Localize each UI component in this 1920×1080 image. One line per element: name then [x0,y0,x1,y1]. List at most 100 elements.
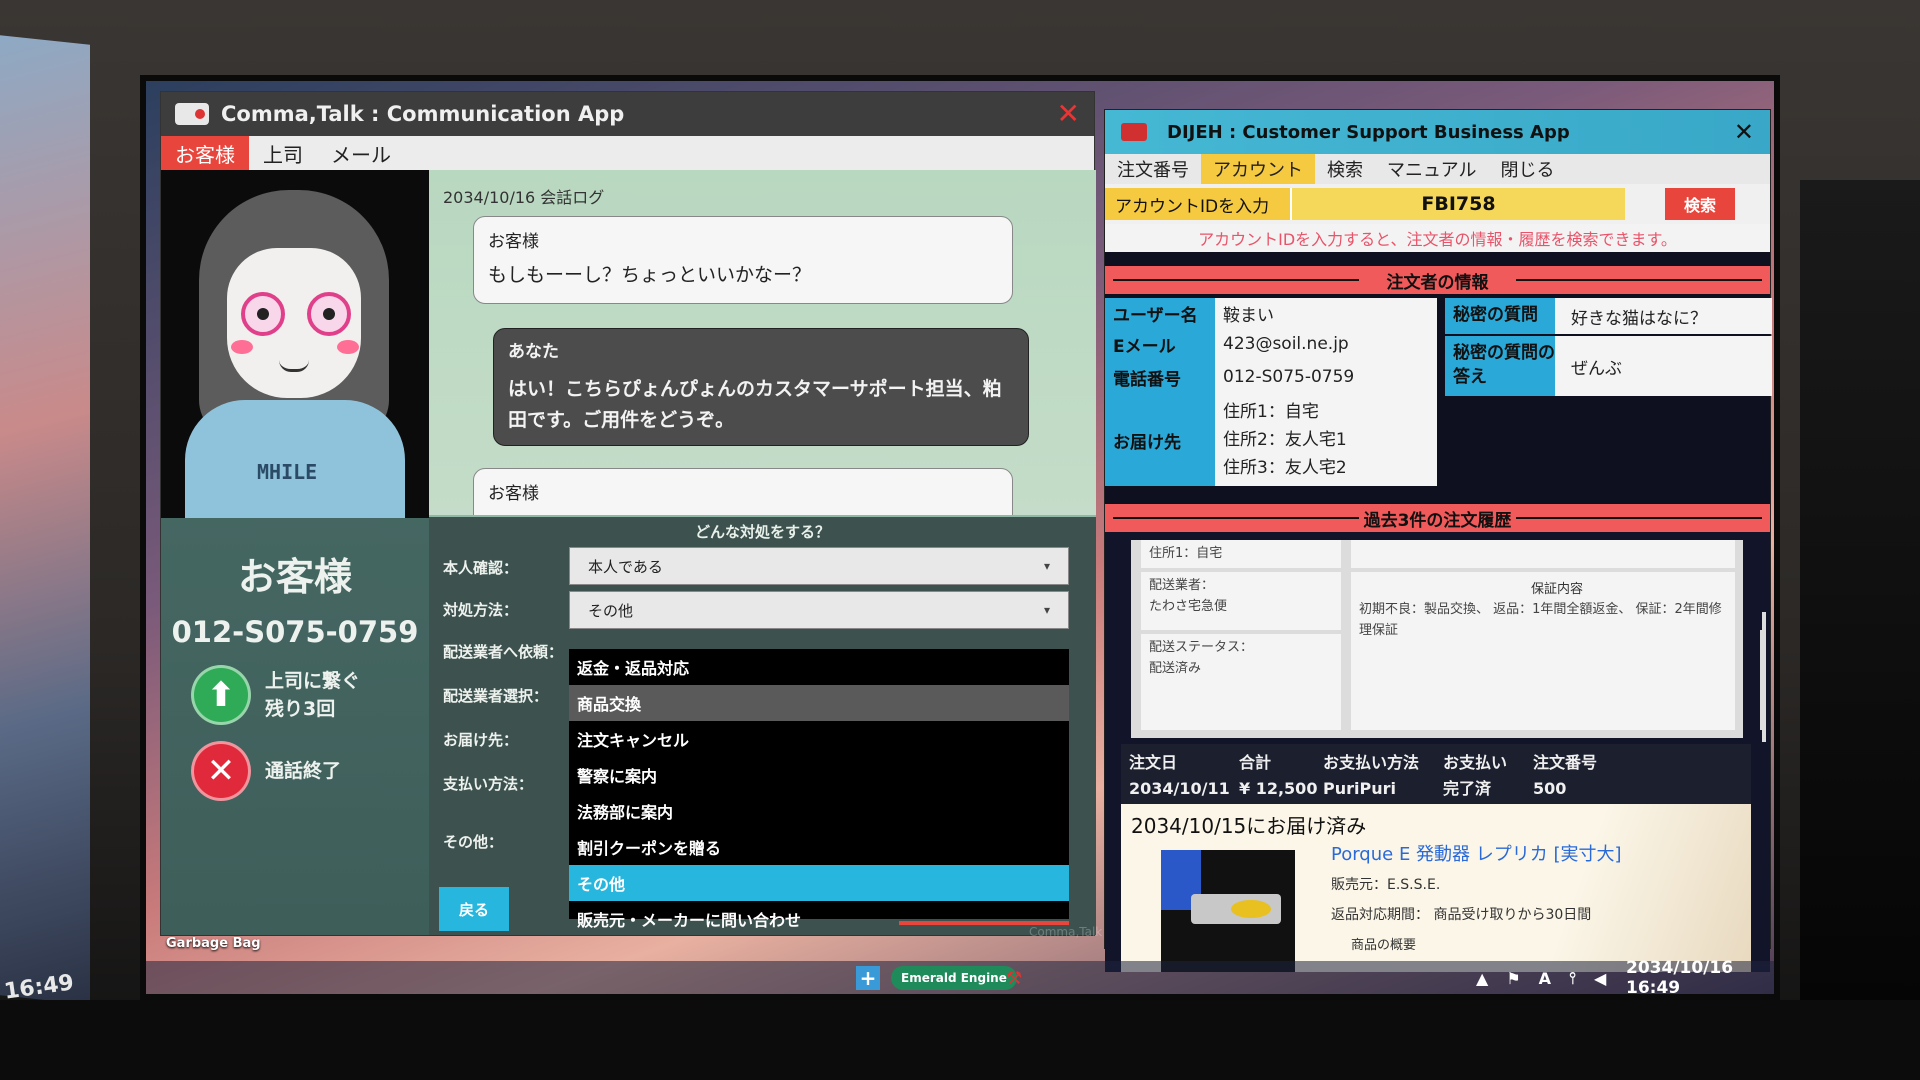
taskbar-plus-icon[interactable]: + [856,966,880,990]
label-payment: 支払い方法： [443,775,534,793]
right-wall-backdrop [1800,180,1920,1000]
carrier-value: たわさ宅急便 [1149,598,1228,614]
info-username: 鞍まい [1215,298,1437,328]
product-card: 2034/10/15にお届け済み Porque E 発動器 レプリカ [実寸大]… [1121,804,1751,972]
orderer-section-title: 注文者の情報 [1386,272,1489,293]
dijeh-scrollbar[interactable] [1760,630,1764,730]
tab-mail[interactable]: メール [317,136,405,170]
payment-method-col: お支払い方法 PuriPuri [1323,750,1419,802]
identity-select-value: 本人である [588,557,663,576]
taskbar-engine-button[interactable]: Emerald Engine [891,966,1017,990]
portrait-eye-left [241,292,285,336]
tab-boss[interactable]: 上司 [249,136,317,170]
tray-volume-icon[interactable]: ◀ [1594,969,1606,988]
info-key-address: お届け先 [1105,394,1215,486]
order-history[interactable]: 住所1：自宅 配送業者： たわさ宅急便 配送ステータス： 配送済み 初期不良：製… [1105,532,1770,972]
tray-flag-icon[interactable]: ⚑ [1506,969,1520,988]
tools-icon[interactable]: ⚒ [1006,968,1022,989]
order-total-header: 合計 [1239,753,1272,772]
address-item: 住所2：友人宅1 [1223,430,1347,450]
portrait-blush-right [337,340,359,354]
account-id-label: アカウントIDを入力 [1105,188,1290,220]
comma-tabs: お客様 上司 メール [161,136,1094,170]
option-maker[interactable]: 販売元・メーカーに問い合わせ [569,901,1069,937]
tray-expand-icon[interactable]: ▲ [1476,969,1488,988]
chat-log[interactable]: 2034/10/16 会話ログ お客様 もしもーーし？ちょっといいかなー？ あな… [429,170,1096,520]
close-icon[interactable]: ✕ [1734,118,1754,146]
order-total: ¥ 12,500 [1239,779,1318,798]
label-carrier-request: 配送業者へ依頼： [443,643,564,661]
comma-body: MHILE お客様 012-S075-0759 ⬆ 上司に繋ぐ 残り3回 ✕ 通… [161,170,1102,939]
close-icon[interactable]: ✕ [1057,100,1080,128]
secret-answer: ぜんぶ [1555,336,1772,396]
address-item: 住所1：自宅 [1223,402,1319,422]
tab-order-number[interactable]: 注文番号 [1105,154,1201,184]
option-refund[interactable]: 返金・返品対応 [569,649,1069,685]
chat-bubble-me: あなた はい！こちらぴょんぴょんのカスタマーサポート担当、粕田です。ご用件をどう… [493,328,1029,446]
order-table: 注文日 2034/10/11 合計 ¥ 12,500 お支払い方法 PuriPu… [1121,744,1751,804]
tab-customer[interactable]: お客様 [161,136,249,170]
payment-status: 完了済 [1443,779,1492,798]
history-carrier: 配送業者： たわさ宅急便 [1141,572,1341,630]
product-image-item [1191,894,1281,924]
order-number-header: 注文番号 [1533,753,1598,772]
order-date-header: 注文日 [1129,753,1178,772]
chat-date: 2034/10/16 会話ログ [443,188,605,207]
account-search-row: アカウントIDを入力 FBI758 検索 [1105,184,1770,224]
desktop-screen: Garbage Bag Comma,Talk : Communication A… [146,81,1774,994]
delivered-date: 2034/10/15にお届け済み [1131,814,1367,838]
method-select[interactable]: その他 ▾ [569,591,1069,629]
tray-ime-icon[interactable]: A [1539,969,1551,988]
escalate-button[interactable]: ⬆ 上司に繋ぐ 残り3回 [191,665,429,725]
history-section-header: 過去3件の注文履歴 [1105,504,1770,532]
tab-account[interactable]: アカウント [1201,154,1315,184]
option-other[interactable]: その他 [569,865,1069,901]
tab-manual[interactable]: マニュアル [1375,154,1488,184]
tab-close[interactable]: 閉じる [1488,154,1566,184]
option-legal[interactable]: 法務部に案内 [569,793,1069,829]
label-carrier-select: 配送業者選択： [443,687,549,705]
order-date-col: 注文日 2034/10/11 [1129,750,1230,802]
comma-talk-window: Comma,Talk : Communication App ✕ お客様 上司 … [160,91,1102,939]
info-key-email: Eメール [1105,328,1215,360]
label-method: 対処方法： [443,601,519,619]
portrait-eye-right [307,292,351,336]
method-dropdown-list: 返金・返品対応 商品交換 注文キャンセル 警察に案内 法務部に案内 割引クーポン… [569,649,1069,930]
identity-select[interactable]: 本人である ▾ [569,547,1069,585]
escalate-label-line1: 上司に繋ぐ [265,669,361,692]
secret-question-key: 秘密の質問 [1445,298,1555,334]
account-id-input[interactable]: FBI758 [1290,188,1625,220]
payment-method: PuriPuri [1323,779,1396,798]
option-police[interactable]: 警察に案内 [569,757,1069,793]
back-button[interactable]: 戻る [439,887,509,931]
chat-bubble-customer: お客様 [473,468,1013,520]
option-coupon[interactable]: 割引クーポンを贈る [569,829,1069,865]
order-total-col: 合計 ¥ 12,500 [1239,750,1317,802]
search-hint: アカウントIDを入力すると、注文者の情報・履歴を検索できます。 [1105,224,1770,252]
product-name-link[interactable]: Porque E 発動器 レプリカ [実寸大] [1331,840,1622,866]
desktop-icon-garbage-bag[interactable]: Garbage Bag [166,936,261,951]
option-exchange[interactable]: 商品交換 [569,685,1069,721]
info-email: 423@soil.ne.jp [1215,328,1437,360]
payment-method-header: お支払い方法 [1323,753,1420,772]
close-icon: ✕ [191,741,251,801]
portrait-hoodie [185,400,405,518]
orderer-info: ユーザー名 鞍まい Eメール 423@soil.ne.jp 電話番号 012-S… [1105,294,1772,504]
tab-search[interactable]: 検索 [1315,154,1375,184]
end-call-button[interactable]: ✕ 通話終了 [191,741,429,801]
chevron-down-icon: ▾ [1043,603,1050,617]
product-summary-heading: 商品の概要 [1351,938,1417,953]
dijeh-titlebar: DIJEH : Customer Support Business App ✕ [1105,110,1770,154]
system-tray: ▲ ⚑ A ⫯ ◀ [1476,968,1606,988]
payment-status-col: お支払い 完了済 [1443,750,1507,802]
status-value: 配送済み [1149,660,1202,676]
option-cancel[interactable]: 注文キャンセル [569,721,1069,757]
history-card: 住所1：自宅 配送業者： たわさ宅急便 配送ステータス： 配送済み 初期不良：製… [1131,540,1743,738]
label-destination: お届け先： [443,731,519,749]
tray-network-icon[interactable]: ⫯ [1569,968,1576,988]
dijeh-tabs: 注文番号 アカウント 検索 マニュアル 閉じる [1105,154,1770,184]
search-button[interactable]: 検索 [1665,188,1735,220]
order-number-col: 注文番号 500 [1533,750,1597,802]
taskbar-clock: 2034/10/16 16:49 [1626,958,1734,994]
